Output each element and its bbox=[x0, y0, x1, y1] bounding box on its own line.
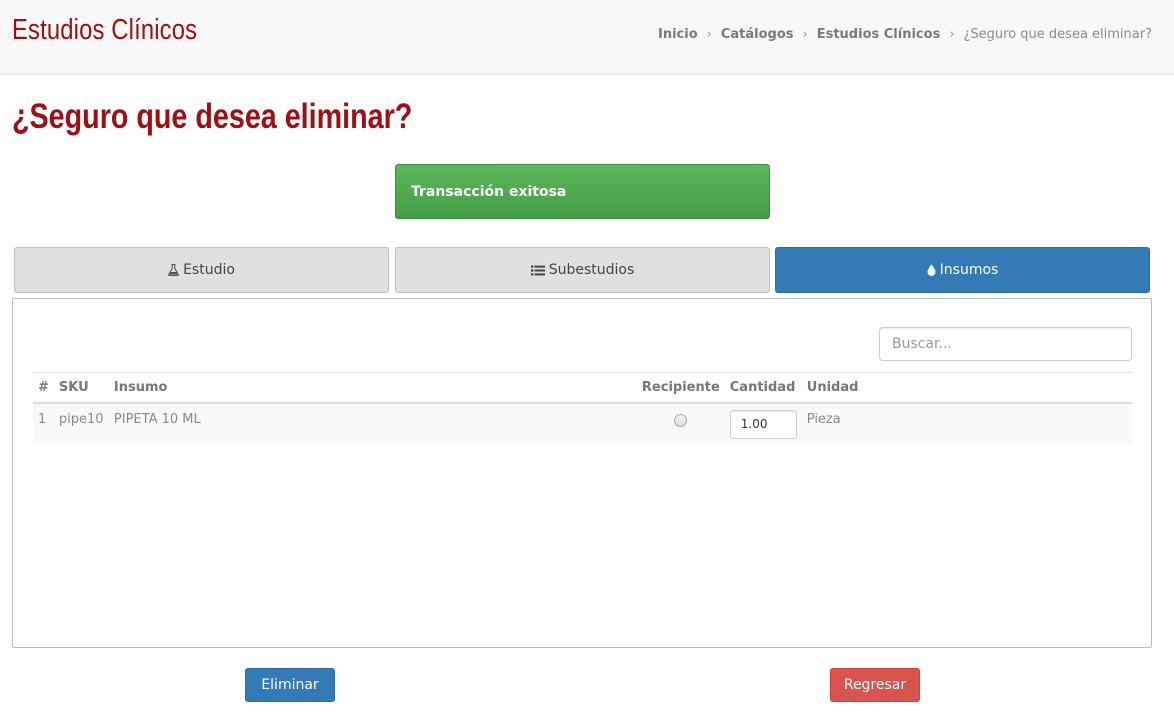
tab-estudio[interactable]: Estudio bbox=[14, 247, 389, 293]
table-header-row: # SKU Insumo Recipiente Cantidad Unidad bbox=[33, 372, 1132, 404]
breadcrumb-separator: › bbox=[802, 27, 808, 42]
tab-subestudios[interactable]: Subestudios bbox=[395, 247, 770, 293]
breadcrumb-current: ¿Seguro que desea eliminar? bbox=[963, 27, 1152, 42]
breadcrumb-estudios-clinicos[interactable]: Estudios Clínicos bbox=[817, 27, 941, 42]
breadcrumb-separator: › bbox=[949, 27, 955, 42]
quantity-input[interactable] bbox=[729, 409, 797, 439]
search-input[interactable] bbox=[879, 327, 1132, 361]
droplet-icon bbox=[927, 264, 936, 276]
column-header-insumo[interactable]: Insumo bbox=[108, 372, 637, 404]
top-header: Estudios Clínicos Inicio › Catálogos › E… bbox=[0, 0, 1174, 75]
list-icon bbox=[530, 265, 545, 276]
column-header-cantidad[interactable]: Cantidad bbox=[724, 372, 802, 404]
tab-insumos-label: Insumos bbox=[939, 262, 999, 278]
cell-unidad: Pieza bbox=[806, 411, 841, 427]
cell-recipiente bbox=[637, 403, 725, 443]
insumos-table: # SKU Insumo Recipiente Cantidad Unidad … bbox=[33, 372, 1132, 443]
breadcrumb-inicio[interactable]: Inicio bbox=[658, 27, 698, 42]
column-header-sku[interactable]: SKU bbox=[53, 372, 109, 404]
page-title: ¿Seguro que desea eliminar? bbox=[12, 97, 413, 136]
tab-estudio-label: Estudio bbox=[183, 262, 235, 278]
insumos-panel: # SKU Insumo Recipiente Cantidad Unidad … bbox=[12, 298, 1152, 648]
back-button[interactable]: Regresar bbox=[830, 668, 920, 702]
column-header-recipiente[interactable]: Recipiente bbox=[636, 372, 725, 404]
column-header-number[interactable]: # bbox=[33, 372, 54, 404]
table-row: 1 pipe10 PIPETA 10 ML Pieza bbox=[33, 402, 1132, 443]
breadcrumb: Inicio › Catálogos › Estudios Clínicos ›… bbox=[658, 27, 1152, 42]
breadcrumb-separator: › bbox=[706, 27, 712, 42]
column-header-unidad[interactable]: Unidad bbox=[801, 372, 1132, 404]
tab-subestudios-label: Subestudios bbox=[548, 262, 635, 278]
tab-insumos[interactable]: Insumos bbox=[775, 247, 1150, 293]
cell-insumo: PIPETA 10 ML bbox=[113, 411, 201, 427]
cell-sku: pipe10 bbox=[58, 411, 104, 427]
cell-number: 1 bbox=[38, 411, 47, 427]
cell-cantidad bbox=[725, 403, 802, 443]
flask-icon bbox=[168, 264, 179, 276]
success-alert: Transacción exitosa bbox=[395, 164, 770, 219]
recipiente-radio[interactable] bbox=[674, 413, 688, 427]
delete-button[interactable]: Eliminar bbox=[245, 668, 335, 702]
breadcrumb-catalogos[interactable]: Catálogos bbox=[721, 27, 794, 42]
app-title: Estudios Clínicos bbox=[12, 14, 198, 46]
